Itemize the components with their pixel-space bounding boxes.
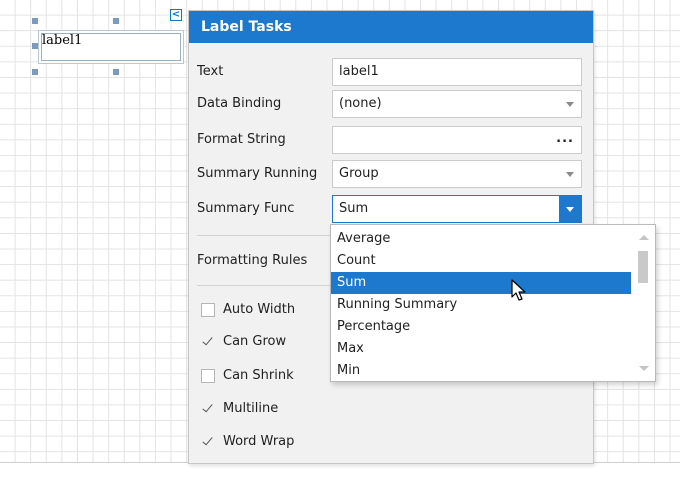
formatting-rules-label: Formatting Rules	[197, 253, 308, 268]
panel-title: Label Tasks	[189, 11, 593, 43]
chevron-down-icon[interactable]	[559, 196, 581, 222]
auto-width-checkbox[interactable]	[201, 303, 215, 317]
data-binding-value: (none)	[339, 96, 382, 111]
dropdown-item-sum[interactable]: Sum	[331, 272, 631, 294]
chevron-down-icon[interactable]	[559, 161, 581, 187]
can-grow-label: Can Grow	[223, 334, 287, 349]
dropdown-item-average[interactable]: Average	[331, 228, 631, 250]
chevron-left-icon: <	[171, 9, 181, 20]
dropdown-item-max[interactable]: Max	[331, 338, 631, 360]
data-binding-combo[interactable]: (none)	[332, 90, 582, 118]
can-grow-checkbox[interactable]	[201, 335, 215, 349]
chevron-down-icon[interactable]	[559, 91, 581, 117]
summary-running-row: Summary Running Group	[197, 160, 585, 190]
dropdown-item-percentage[interactable]: Percentage	[331, 316, 631, 338]
resize-handle-top-middle[interactable]	[113, 18, 119, 24]
data-binding-row: Data Binding (none)	[197, 90, 585, 120]
text-row: Text label1	[197, 58, 585, 88]
text-input[interactable]: label1	[332, 58, 582, 86]
format-string-label: Format String	[197, 132, 286, 147]
text-input-value: label1	[339, 64, 379, 79]
label-control[interactable]: label1	[38, 30, 184, 64]
summary-func-dropdown[interactable]: Average Count Sum Running Summary Percen…	[330, 224, 656, 382]
word-wrap-label: Word Wrap	[223, 434, 295, 449]
resize-handle-bottom-middle[interactable]	[113, 69, 119, 75]
text-label: Text	[197, 64, 224, 79]
summary-running-combo[interactable]: Group	[332, 160, 582, 188]
summary-func-label: Summary Func	[197, 201, 295, 216]
format-string-input[interactable]: ...	[332, 126, 582, 154]
resize-handle-top-left[interactable]	[32, 18, 38, 24]
can-shrink-label: Can Shrink	[223, 368, 294, 383]
dropdown-scrollbar[interactable]	[631, 225, 655, 381]
resize-handle-middle-left[interactable]	[32, 43, 38, 49]
summary-running-label: Summary Running	[197, 166, 318, 181]
can-shrink-checkbox[interactable]	[201, 369, 215, 383]
summary-func-row: Summary Func Sum	[197, 195, 585, 225]
word-wrap-option[interactable]: Word Wrap	[201, 432, 401, 456]
dropdown-item-min[interactable]: Min	[331, 360, 631, 382]
format-string-row: Format String ...	[197, 126, 585, 156]
summary-func-combo[interactable]: Sum	[332, 195, 582, 223]
resize-handle-bottom-left[interactable]	[32, 69, 38, 75]
data-binding-label: Data Binding	[197, 96, 282, 111]
scroll-thumb[interactable]	[638, 251, 648, 283]
label-control-text: label1	[42, 33, 83, 48]
dropdown-item-running-summary[interactable]: Running Summary	[331, 294, 631, 316]
word-wrap-checkbox[interactable]	[201, 435, 215, 449]
multiline-label: Multiline	[223, 401, 279, 416]
scroll-down-icon[interactable]	[639, 366, 649, 371]
auto-width-label: Auto Width	[223, 302, 296, 317]
summary-running-value: Group	[339, 166, 379, 181]
dropdown-item-count[interactable]: Count	[331, 250, 631, 272]
scroll-up-icon[interactable]	[639, 235, 649, 240]
ellipsis-button[interactable]: ...	[556, 127, 574, 151]
smart-tag-button[interactable]: <	[170, 9, 182, 21]
multiline-checkbox[interactable]	[201, 402, 215, 416]
mouse-pointer-icon	[511, 279, 526, 301]
multiline-option[interactable]: Multiline	[201, 399, 401, 423]
summary-func-value: Sum	[339, 201, 369, 216]
